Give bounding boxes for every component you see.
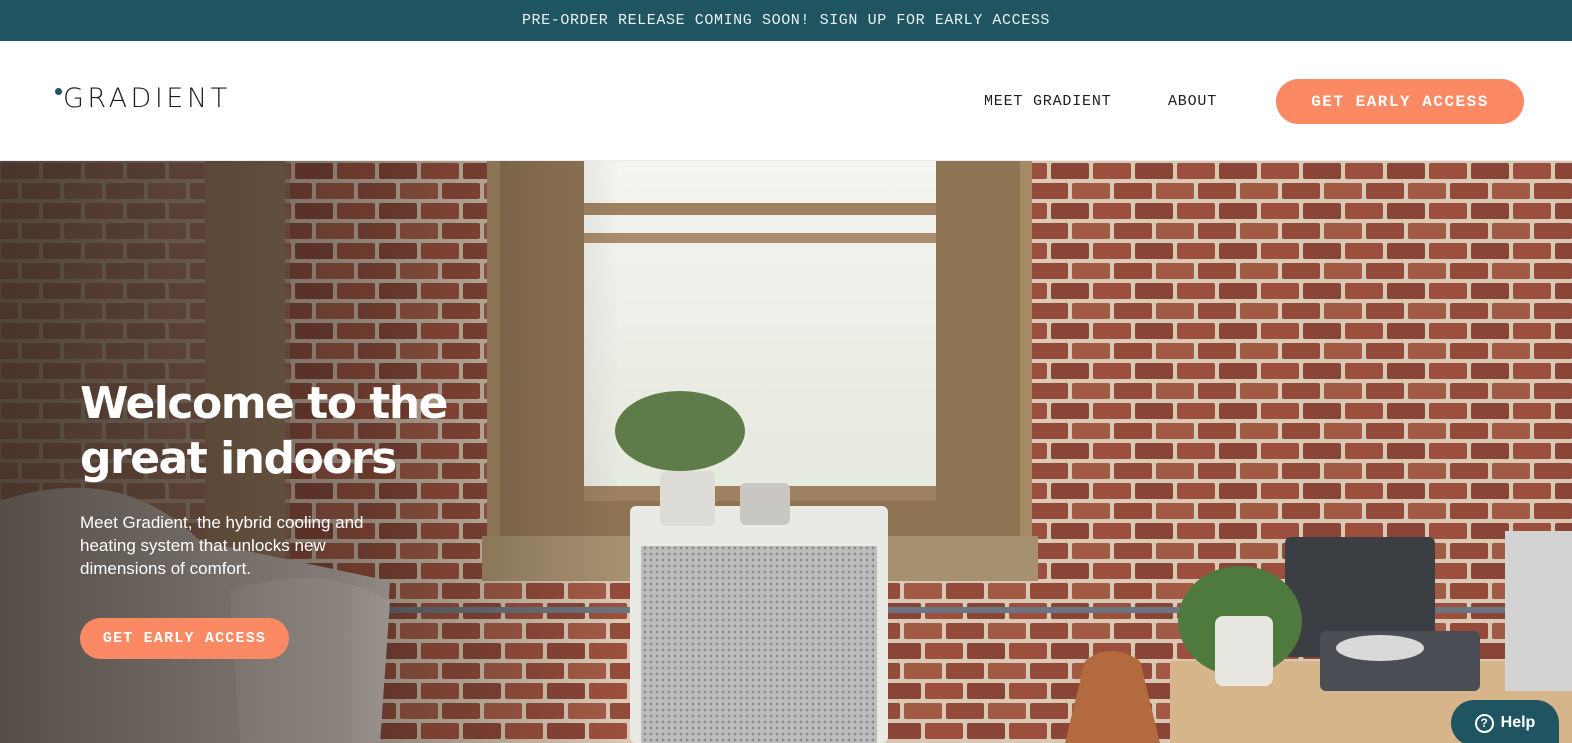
question-circle-icon: ? [1474,713,1494,733]
hero-section: Welcome to the great indoors Meet Gradie… [0,161,1572,743]
help-label: Help [1500,714,1536,731]
gradient-logo[interactable]: GRADIENT [55,83,231,115]
announcement-bar[interactable]: PRE-ORDER RELEASE COMING SOON! SIGN UP F… [0,0,1572,41]
help-button[interactable]: ? Help [1451,700,1559,743]
nav-about[interactable]: ABOUT [1168,93,1217,110]
hero-get-early-access-button[interactable]: GET EARLY ACCESS [80,618,289,659]
logo-dot-icon [55,88,62,95]
logo-text: GRADIENT [63,83,231,114]
header-get-early-access-button[interactable]: GET EARLY ACCESS [1276,79,1524,124]
hero-title: Welcome to the great indoors [80,378,449,484]
hero-subtitle: Meet Gradient, the hybrid cooling and he… [80,513,364,578]
announcement-text[interactable]: PRE-ORDER RELEASE COMING SOON! SIGN UP F… [522,12,1050,29]
site-header: GRADIENT MEET GRADIENT ABOUT GET EARLY A… [0,41,1572,161]
nav-meet-gradient[interactable]: MEET GRADIENT [984,93,1111,110]
